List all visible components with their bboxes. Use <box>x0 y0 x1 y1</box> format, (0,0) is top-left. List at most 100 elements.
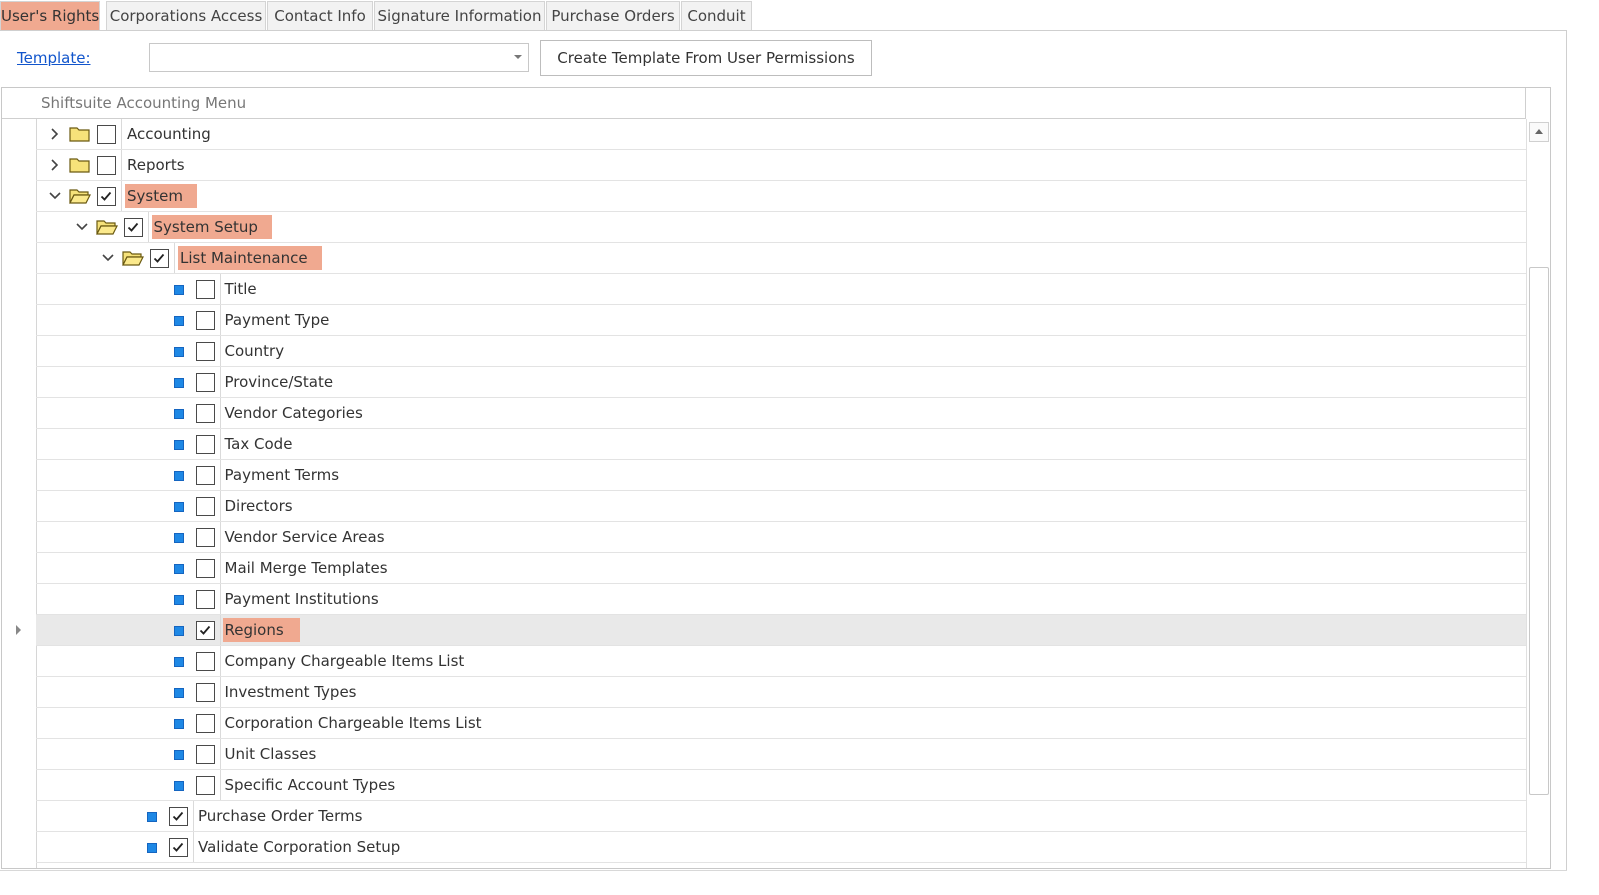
tree-row[interactable]: Payment Type <box>36 305 1526 336</box>
template-combo[interactable] <box>149 43 529 72</box>
permission-checkbox[interactable] <box>123 218 143 237</box>
tab-conduit[interactable]: Conduit <box>681 1 752 30</box>
tree-row[interactable]: Corporation Chargeable Items List <box>36 708 1526 739</box>
tree-row[interactable]: Tax Code <box>36 429 1526 460</box>
tree-row[interactable]: Directors <box>36 491 1526 522</box>
cell-separator <box>219 708 221 738</box>
tab-purchase-orders[interactable]: Purchase Orders <box>546 1 680 30</box>
tree-row[interactable]: Validate Corporation Setup <box>36 832 1526 863</box>
permission-checkbox[interactable] <box>195 652 215 671</box>
create-template-button[interactable]: Create Template From User Permissions <box>540 40 872 76</box>
leaf-node-icon <box>173 409 184 419</box>
permissions-tree: Shiftsuite Accounting Menu Accounting Rep… <box>1 87 1551 869</box>
tree-row[interactable]: Vendor Service Areas <box>36 522 1526 553</box>
leaf-node-icon <box>173 626 184 636</box>
tree-row-label: Regions <box>222 618 300 642</box>
cell-separator <box>219 398 221 428</box>
tab-strip-rule <box>0 30 1566 31</box>
permission-checkbox[interactable] <box>195 590 215 609</box>
tree-row[interactable]: Investment Types <box>36 677 1526 708</box>
chevron-right-icon[interactable] <box>48 158 62 172</box>
tree-row[interactable]: Province/State <box>36 367 1526 398</box>
tree-row[interactable]: Regions <box>36 615 1526 646</box>
permission-checkbox[interactable] <box>150 249 169 268</box>
tree-row[interactable]: Payment Institutions <box>36 584 1526 615</box>
leaf-node-icon <box>173 440 184 450</box>
chevron-down-icon[interactable] <box>75 220 89 234</box>
cell-separator <box>219 739 221 769</box>
tree-row[interactable]: Payment Terms <box>36 460 1526 491</box>
tab-contact-info[interactable]: Contact Info <box>267 1 373 30</box>
permission-checkbox[interactable] <box>195 497 215 516</box>
scroll-thumb[interactable] <box>1529 267 1549 795</box>
permission-checkbox[interactable] <box>169 807 188 826</box>
permission-checkbox[interactable] <box>195 311 215 330</box>
tab-signature-information[interactable]: Signature Information <box>374 1 545 30</box>
tree-row[interactable]: Unit Classes <box>36 739 1526 770</box>
tree-row[interactable]: Specific Account Types <box>36 770 1526 801</box>
permission-checkbox[interactable] <box>169 838 188 857</box>
tab-corporations-access[interactable]: Corporations Access <box>106 1 266 30</box>
tree-row[interactable]: Accounting <box>36 119 1526 150</box>
leaf-node-icon <box>173 781 184 791</box>
tree-row[interactable]: System <box>36 181 1526 212</box>
tree-row-label: Specific Account Types <box>224 776 396 794</box>
chevron-right-icon[interactable] <box>48 127 62 141</box>
template-link[interactable]: Template: <box>17 49 91 67</box>
permission-checkbox[interactable] <box>97 187 116 206</box>
tree-row-label: Title <box>224 280 257 298</box>
leaf-node-icon <box>173 378 184 388</box>
permission-checkbox[interactable] <box>195 683 215 702</box>
leaf-node-icon <box>173 719 184 729</box>
cell-separator <box>174 243 175 273</box>
tree-row-label: System Setup <box>151 215 272 239</box>
permission-checkbox[interactable] <box>195 621 215 640</box>
tree-row[interactable]: Purchase Order Terms <box>36 801 1526 832</box>
cell-separator <box>219 522 221 552</box>
permission-checkbox[interactable] <box>195 373 215 392</box>
tree-row-label: Accounting <box>127 125 211 143</box>
tree-row-label: Vendor Categories <box>224 404 363 422</box>
tree-row-label: Province/State <box>224 373 334 391</box>
tree-row-label: Corporation Chargeable Items List <box>224 714 482 732</box>
tree-row-label: Validate Corporation Setup <box>198 838 401 856</box>
panel-border-bottom <box>0 870 1567 871</box>
permission-checkbox[interactable] <box>195 528 215 547</box>
permission-checkbox[interactable] <box>195 559 215 578</box>
tree-row[interactable]: Company Chargeable Items List <box>36 646 1526 677</box>
permission-checkbox[interactable] <box>97 156 116 175</box>
row-indicator-column <box>2 88 37 868</box>
tree-row[interactable]: Reports <box>36 150 1526 181</box>
tab-users-rights[interactable]: User's Rights <box>0 1 100 30</box>
cell-separator <box>219 677 221 707</box>
tree-row[interactable]: System Setup <box>36 212 1526 243</box>
permission-checkbox[interactable] <box>195 745 215 764</box>
vertical-scrollbar[interactable] <box>1526 119 1550 868</box>
permission-checkbox[interactable] <box>195 404 215 423</box>
tree-row-label: Directors <box>224 497 293 515</box>
permission-checkbox[interactable] <box>195 342 215 361</box>
permission-checkbox[interactable] <box>195 714 215 733</box>
permission-checkbox[interactable] <box>97 125 116 144</box>
dropdown-arrow-icon[interactable] <box>514 55 522 59</box>
chevron-down-icon[interactable] <box>48 189 62 203</box>
tree-row[interactable]: Country <box>36 336 1526 367</box>
permission-checkbox[interactable] <box>195 280 215 299</box>
tree-row[interactable]: Mail Merge Templates <box>36 553 1526 584</box>
leaf-node-icon <box>173 595 184 605</box>
tree-row-label: Vendor Service Areas <box>224 528 385 546</box>
tree-row-label: Unit Classes <box>224 745 317 763</box>
permission-checkbox[interactable] <box>195 435 215 454</box>
permission-checkbox[interactable] <box>195 776 215 795</box>
permission-checkbox[interactable] <box>195 466 215 485</box>
tree-row-label: Tax Code <box>224 435 293 453</box>
cell-separator <box>193 801 194 831</box>
tree-row[interactable]: Vendor Categories <box>36 398 1526 429</box>
tree-row[interactable]: Title <box>36 274 1526 305</box>
cell-separator <box>219 460 221 490</box>
tree-column-header[interactable]: Shiftsuite Accounting Menu <box>36 88 1526 119</box>
chevron-down-icon[interactable] <box>101 251 115 265</box>
scroll-up-icon[interactable] <box>1529 122 1549 142</box>
tab-strip: User's Rights Corporations Access Contac… <box>0 0 1599 31</box>
tree-row[interactable]: List Maintenance <box>36 243 1526 274</box>
